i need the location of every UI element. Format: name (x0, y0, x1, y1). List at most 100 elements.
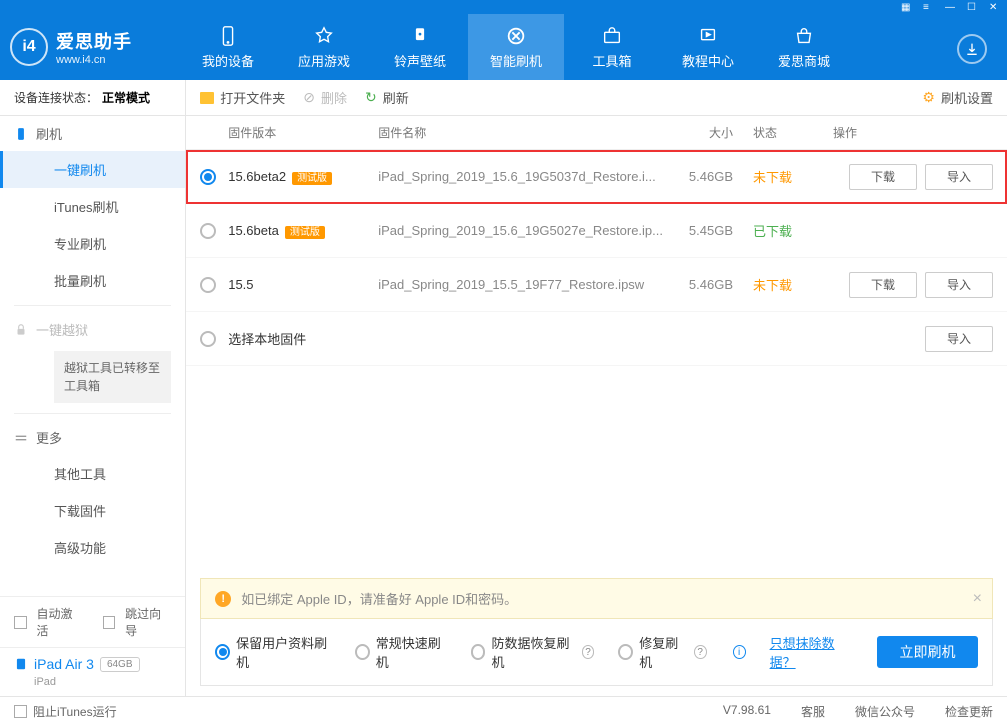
size-text: 5.45GB (663, 223, 753, 238)
notice-text: 如已绑定 Apple ID，请准备好 Apple ID和密码。 (241, 589, 517, 608)
divider (14, 305, 171, 306)
flash-now-button[interactable]: 立即刷机 (877, 636, 978, 668)
sidebar-item[interactable]: 一键刷机 (0, 151, 185, 188)
delete-label: 删除 (321, 88, 347, 107)
import-button[interactable]: 导入 (925, 272, 993, 298)
menu-icon[interactable]: ≡ (923, 2, 933, 12)
toolbar: 打开文件夹 ⊘ 删除 ↻ 刷新 ⚙ 刷机设置 (186, 80, 1007, 116)
jailbreak-note: 越狱工具已转移至工具箱 (54, 351, 171, 403)
download-icon[interactable] (957, 34, 987, 64)
auto-activate-row[interactable]: 自动激活 跳过向导 (0, 596, 185, 647)
radio-icon[interactable] (200, 331, 216, 347)
apps-icon (313, 25, 335, 47)
delete-button[interactable]: ⊘ 删除 (303, 88, 347, 107)
flash-mode-option[interactable]: 保留用户资料刷机 (215, 633, 331, 671)
checkbox-icon[interactable] (14, 705, 27, 718)
skip-guide-label: 跳过向导 (125, 605, 171, 639)
tablet-icon (14, 657, 28, 671)
table-header: 固件版本 固件名称 大小 状态 操作 (186, 116, 1007, 150)
check-update-link[interactable]: 检查更新 (945, 703, 993, 720)
sidebar-item[interactable]: 高级功能 (0, 529, 185, 566)
logo-icon: i4 (10, 28, 48, 66)
status-text: 已下载 (753, 221, 833, 240)
help-icon[interactable]: ? (694, 645, 707, 659)
import-button[interactable]: 导入 (925, 164, 993, 190)
firmware-name: iPad_Spring_2019_15.6_19G5037d_Restore.i… (378, 169, 663, 184)
checkbox-icon[interactable] (14, 616, 27, 629)
conn-mode: 正常模式 (102, 89, 150, 106)
refresh-button[interactable]: ↻ 刷新 (365, 88, 409, 107)
radio-icon[interactable] (200, 169, 216, 185)
footer: 阻止iTunes运行 V7.98.61 客服 微信公众号 检查更新 (0, 696, 1007, 726)
nav-ring[interactable]: 铃声壁纸 (372, 14, 468, 80)
firmware-row[interactable]: 15.5 iPad_Spring_2019_15.5_19F77_Restore… (186, 258, 1007, 312)
version-text: 选择本地固件 (228, 332, 306, 347)
connection-status: 设备连接状态： 正常模式 (0, 80, 185, 116)
logo-subtitle: www.i4.cn (56, 54, 132, 66)
nav-flash[interactable]: 智能刷机 (468, 14, 564, 80)
flash-settings-button[interactable]: ⚙ 刷机设置 (922, 88, 993, 107)
refresh-label: 刷新 (383, 88, 409, 107)
close-icon[interactable]: × (973, 590, 982, 608)
device-capacity-badge: 64GB (100, 657, 140, 672)
divider (14, 413, 171, 414)
mode-label: 保留用户资料刷机 (236, 633, 331, 671)
version-text: 15.6beta (228, 223, 279, 238)
sidebar-group-more[interactable]: 更多 (0, 420, 185, 455)
nav-apps[interactable]: 应用游戏 (276, 14, 372, 80)
tools-icon (601, 25, 623, 47)
radio-icon[interactable] (471, 644, 486, 660)
firmware-name: iPad_Spring_2019_15.5_19F77_Restore.ipsw (378, 277, 663, 292)
wechat-link[interactable]: 微信公众号 (855, 703, 915, 720)
radio-icon[interactable] (618, 644, 633, 660)
sidebar-item[interactable]: 其他工具 (0, 455, 185, 492)
sidebar: 设备连接状态： 正常模式 刷机 一键刷机iTunes刷机专业刷机批量刷机 一键越… (0, 80, 186, 696)
sidebar-item[interactable]: 批量刷机 (0, 262, 185, 299)
support-link[interactable]: 客服 (801, 703, 825, 720)
nav-device[interactable]: 我的设备 (180, 14, 276, 80)
status-text: 未下载 (753, 275, 833, 294)
block-itunes-checkbox[interactable]: 阻止iTunes运行 (14, 703, 117, 720)
radio-icon[interactable] (215, 644, 230, 660)
sidebar-item[interactable]: iTunes刷机 (0, 188, 185, 225)
firmware-row[interactable]: 15.6beta2测试版 iPad_Spring_2019_15.6_19G50… (186, 150, 1007, 204)
nav-label: 智能刷机 (490, 51, 542, 70)
maximize-icon[interactable]: ☐ (967, 2, 977, 12)
device-type-label: iPad (34, 676, 171, 688)
firmware-row[interactable]: 15.6beta测试版 iPad_Spring_2019_15.6_19G502… (186, 204, 1007, 258)
erase-data-link[interactable]: 只想抹除数据？ (770, 633, 854, 671)
firmware-row[interactable]: 选择本地固件 导入 (186, 312, 1007, 366)
radio-icon[interactable] (200, 277, 216, 293)
flash-mode-option[interactable]: 修复刷机? (618, 633, 706, 671)
close-icon[interactable]: ✕ (989, 2, 999, 12)
checkbox-icon[interactable] (103, 616, 116, 629)
auto-activate-label: 自动激活 (37, 605, 83, 639)
grid-icon[interactable]: ▦ (901, 2, 911, 12)
nav-store[interactable]: 爱思商城 (756, 14, 852, 80)
flash-mode-option[interactable]: 防数据恢复刷机? (471, 633, 595, 671)
radio-icon[interactable] (200, 223, 216, 239)
sidebar-item[interactable]: 专业刷机 (0, 225, 185, 262)
import-button[interactable]: 导入 (925, 326, 993, 352)
sidebar-group-flash[interactable]: 刷机 (0, 116, 185, 151)
status-text: 未下载 (753, 167, 833, 186)
device-info[interactable]: iPad Air 3 64GB iPad (0, 647, 185, 696)
version-text: 15.6beta2 (228, 169, 286, 184)
flash-mode-option[interactable]: 常规快速刷机 (355, 633, 447, 671)
download-button[interactable]: 下载 (849, 272, 917, 298)
nav-label: 爱思商城 (778, 51, 830, 70)
nav-tools[interactable]: 工具箱 (564, 14, 660, 80)
nav-tutorial[interactable]: 教程中心 (660, 14, 756, 80)
settings-label: 刷机设置 (941, 88, 993, 107)
nav-label: 应用游戏 (298, 51, 350, 70)
tutorial-icon (697, 25, 719, 47)
minimize-icon[interactable]: — (945, 2, 955, 12)
help-icon[interactable]: ? (582, 645, 595, 659)
download-button[interactable]: 下载 (849, 164, 917, 190)
radio-icon[interactable] (355, 644, 370, 660)
open-folder-button[interactable]: 打开文件夹 (200, 88, 285, 107)
info-icon[interactable]: i (733, 645, 746, 659)
sidebar-group-jailbreak: 一键越狱 (0, 312, 185, 347)
sidebar-item[interactable]: 下载固件 (0, 492, 185, 529)
sidebar-group-label: 刷机 (36, 124, 62, 143)
